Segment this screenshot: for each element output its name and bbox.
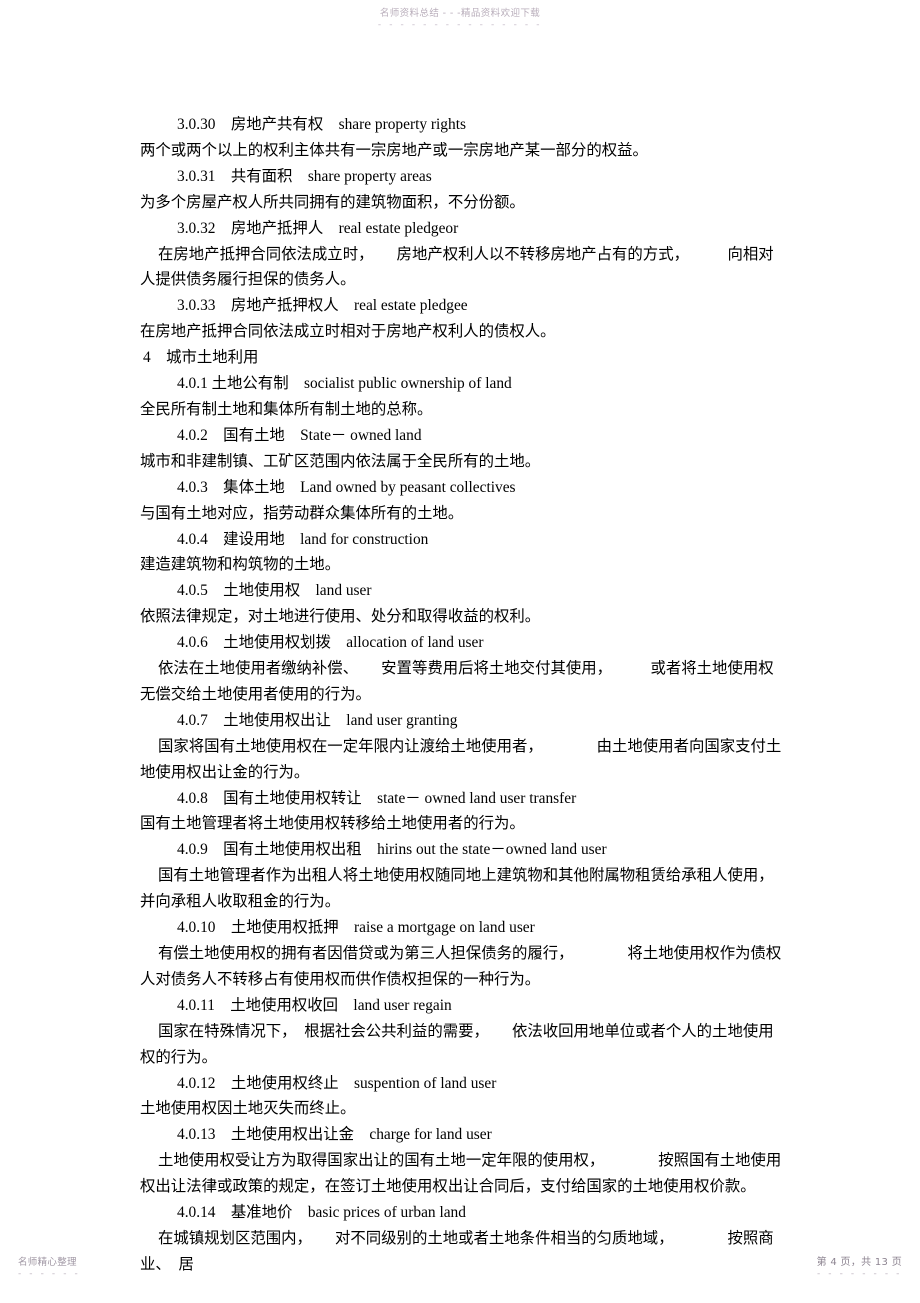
term-heading: 4.0.4 建设用地 land for construction [177, 530, 429, 548]
term-heading: 3.0.33 房地产抵押权人 real estate pledgee [177, 297, 468, 315]
chapter-heading: 4 城市土地利用 [143, 349, 259, 367]
term-heading: 4.0.1 土地公有制 socialist public ownership o… [177, 375, 512, 393]
definition-text: 有偿土地使用权的拥有者因借贷或为第三人担保债务的履行， 将土地使用权作为债权人对… [140, 945, 782, 988]
definition-text: 在房地产抵押合同依法成立时， 房地产权利人以不转移房地产占有的方式， 向相对人提… [140, 245, 774, 289]
page-number: 第 4 页，共 13 页 [816, 1257, 902, 1268]
term-heading: 3.0.30 房地产共有权 share property rights [177, 116, 466, 133]
term-heading: 4.0.11 土地使用权收回 land user regain [177, 996, 452, 1014]
term-heading: 4.0.9 国有土地使用权出租 hirins out the state－own… [177, 841, 607, 859]
term-heading: 4.0.13 土地使用权出让金 charge for land user [177, 1126, 492, 1144]
definition-text: 与国有土地对应，指劳动群众集体所有的土地。 [140, 504, 464, 522]
term-heading: 3.0.32 房地产抵押人 real estate pledgeor [177, 219, 459, 237]
footer-left-dashes: - - - - - - [18, 1269, 81, 1279]
term-heading: 4.0.3 集体土地 Land owned by peasant collect… [177, 478, 516, 496]
definition-text: 在房地产抵押合同依法成立时相对于房地产权利人的债权人。 [140, 323, 556, 341]
definition-text: 国家将国有土地使用权在一定年限内让渡给土地使用者， 由土地使用者向国家支付土地使… [140, 737, 782, 781]
term-heading: 4.0.10 土地使用权抵押 raise a mortgage on land … [177, 919, 535, 937]
page-footer: 名师精心整理 - - - - - - 第 4 页，共 13 页 - - - - … [0, 1257, 920, 1291]
term-heading: 4.0.2 国有土地 State－ owned land [177, 426, 422, 444]
term-heading: 4.0.14 基准地价 basic prices of urban land [177, 1204, 466, 1222]
term-heading: 3.0.31 共有面积 share property areas [177, 167, 432, 185]
definition-text: 全民所有制土地和集体所有制土地的总称。 [140, 400, 433, 418]
term-heading: 4.0.5 土地使用权 land user [177, 582, 372, 600]
definition-text: 两个或两个以上的权利主体共有一宗房地产或一宗房地产某一部分的权益。 [140, 141, 648, 159]
footer-right-dashes: - - - - - - - - [816, 1269, 902, 1279]
definition-text: 为多个房屋产权人所共同拥有的建筑物面积，不分份额。 [140, 193, 525, 211]
definition-text: 国有土地管理者将土地使用权转移给土地使用者的行为。 [140, 815, 525, 833]
term-heading: 4.0.12 土地使用权终止 suspention of land user [177, 1074, 497, 1092]
footer-left-watermark: 名师精心整理 [18, 1257, 77, 1268]
definition-text: 建造建筑物和构筑物的土地。 [140, 556, 341, 574]
definition-text: 土地使用权受让方为取得国家出让的国有土地一定年限的使用权， 按照国有土地使用权出… [140, 1152, 782, 1196]
definition-text: 国家在特殊情况下， 根据社会公共利益的需要， 依法收回用地单位或者个人的土地使用… [140, 1022, 774, 1066]
document-page: { "watermark": { "top_text": "名师资料总结 - -… [0, 0, 920, 1303]
document-body: 3.0.30 房地产共有权 share property rights 两个或两个… [140, 112, 788, 1278]
definition-text: 国有土地管理者作为出租人将土地使用权随同地上建筑物和其他附属物租赁给承租人使用，… [140, 867, 774, 911]
top-watermark-text: 名师资料总结 - - -精品资料欢迎下载 [379, 8, 541, 19]
definition-text: 城市和非建制镇、工矿区范围内依法属于全民所有的土地。 [140, 452, 541, 470]
term-heading: 4.0.6 土地使用权划拨 allocation of land user [177, 634, 484, 652]
term-heading: 4.0.8 国有土地使用权转让 state－ owned land user t… [177, 789, 577, 807]
term-heading: 4.0.7 土地使用权出让 land user granting [177, 711, 458, 729]
definition-text: 土地使用权因土地灭失而终止。 [140, 1100, 356, 1118]
top-watermark-dashes: - - - - - - - - - - - - - - - [377, 20, 543, 30]
definition-text: 依法在土地使用者缴纳补偿、 安置等费用后将土地交付其使用， 或者将土地使用权无偿… [140, 660, 774, 703]
definition-text: 依照法律规定，对土地进行使用、处分和取得收益的权利。 [140, 608, 541, 626]
